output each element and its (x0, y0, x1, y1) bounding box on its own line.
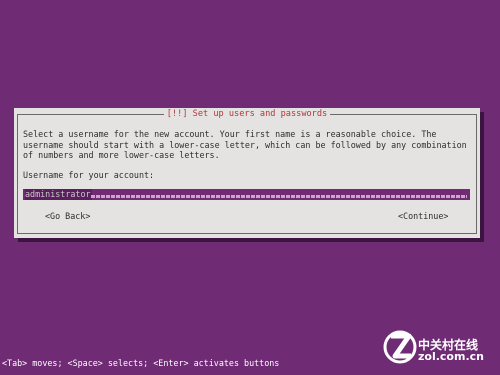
username-field-label: Username for your account: (23, 170, 155, 180)
description-line: username should start with a lower-case … (23, 139, 467, 150)
continue-button[interactable]: <Continue> (398, 211, 448, 221)
zol-logo-icon (383, 330, 417, 364)
zol-watermark: 中关村在线 zol.com.cn (383, 328, 493, 366)
keyboard-help-status: <Tab> moves; <Space> selects; <Enter> ac… (2, 358, 280, 368)
username-input-value: administrator (25, 189, 92, 200)
description-line: of numbers and more lower-case letters. (23, 150, 220, 160)
installer-dialog: [!!] Set up users and passwords Select a… (14, 108, 480, 238)
description-line: Select a username for the new account. Y… (23, 129, 437, 139)
input-underscore-fill (91, 195, 467, 198)
dialog-title: [!!] Set up users and passwords (14, 109, 480, 119)
watermark-domain-text: zol.com.cn (418, 350, 484, 363)
go-back-button[interactable]: <Go Back> (45, 211, 90, 221)
dialog-description: Select a username for the new account. Y… (23, 129, 475, 161)
username-input[interactable]: administrator (23, 189, 470, 200)
